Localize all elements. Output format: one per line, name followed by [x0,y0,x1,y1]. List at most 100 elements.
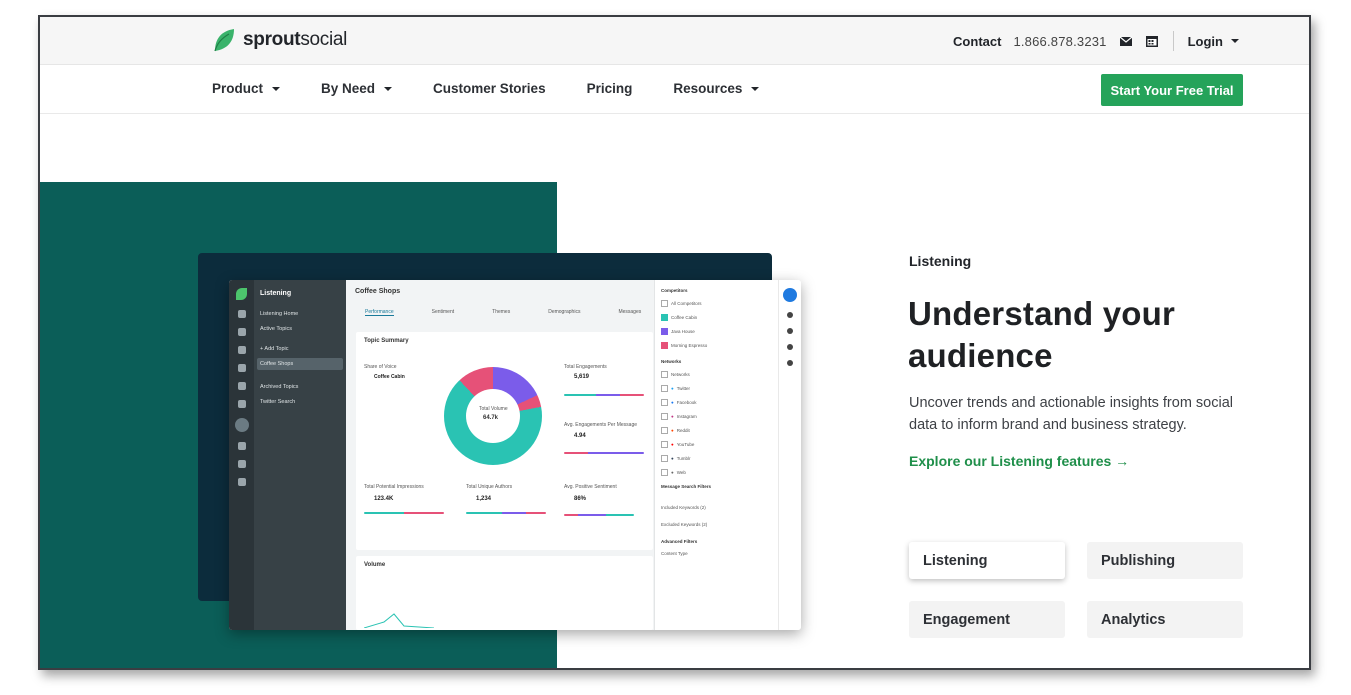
hero-description: Uncover trends and actionable insights f… [909,395,1233,433]
checkbox [661,385,668,392]
sidebar-item: Archived Topics [260,384,299,390]
filter-heading: Networks [661,359,682,364]
phone-number[interactable]: 1.866.878.3231 [1013,34,1106,49]
section-eyebrow: Listening [909,253,972,269]
impressions-value: 123.4K [374,496,394,502]
engagements-value: 5,619 [574,374,590,380]
app-tabs: Performance Sentiment Themes Demographic… [355,309,645,316]
compose-icon [783,288,797,302]
unique-authors-label: Total Unique Authors [466,484,513,490]
nav-by-need[interactable]: By Need [321,81,393,96]
share-of-voice-label: Share of Voice [364,364,397,370]
sidebar-item: + Add Topic [260,346,289,352]
checkbox [661,314,668,321]
listening-icon [234,418,249,432]
feature-tab-publishing[interactable]: Publishing [1087,542,1243,579]
send-icon [237,400,246,408]
instagram-icon: ● [671,414,674,419]
feature-tab-analytics[interactable]: Analytics [1087,601,1243,638]
sprout-leaf-icon [236,288,247,300]
checkbox [661,441,668,448]
volume-card: Volume [356,556,653,630]
sentiment-bar [564,514,634,516]
chevron-down-icon [751,86,760,91]
checkbox [661,399,668,406]
filter-heading: Competitors [661,288,688,293]
app-main: Coffee Shops Performance Sentiment Theme… [346,280,654,630]
pin-icon [237,364,246,372]
login-menu[interactable]: Login [1188,34,1239,49]
sidebar-item: Listening Home [260,311,299,317]
listening-app-screenshot: Listening Listening Home Active Topics +… [229,280,801,630]
list-icon [237,382,246,390]
login-label: Login [1187,33,1223,49]
checkbox [661,371,668,378]
chevron-down-icon [272,86,281,91]
utility-bar: sproutsocial Contact 1.866.878.3231 Logi… [40,17,1309,65]
filter-row: ● Twitter [661,385,772,392]
filter-heading: Included Keywords (2) [661,505,706,510]
contact-link[interactable]: Contact [953,34,1001,49]
sidebar-title: Listening [260,290,292,297]
filter-row: ● Facebook [661,399,772,406]
filter-row: ● YouTube [661,441,772,448]
avg-engagements-label: Avg. Engagements Per Message [564,422,638,428]
engagements-label: Total Engagements [564,364,607,370]
app-tab: Demographics [548,309,581,315]
reddit-icon: ● [671,428,674,433]
unique-authors-value: 1,234 [476,496,492,502]
brand-label: Coffee Cabin [374,374,405,380]
filter-heading: Advanced Filters [661,539,698,544]
feature-tab-engagement[interactable]: Engagement [909,601,1065,638]
app-tab: Performance [365,309,394,316]
browser-frame: sproutsocial Contact 1.866.878.3231 Logi… [38,15,1311,670]
app-tab: Sentiment [431,309,455,315]
compose-icon [237,310,246,318]
engagement-bar [564,394,644,396]
logo-text: sproutsocial [243,29,348,50]
app-tab: Themes [492,309,511,315]
filter-heading: Excluded Keywords (2) [661,522,708,527]
filter-row: Networks [661,371,772,378]
nav-pricing[interactable]: Pricing [587,81,633,96]
mail-icon[interactable] [1119,34,1133,48]
sidebar-item: Active Topics [260,326,292,332]
nav-customer-stories[interactable]: Customer Stories [433,81,546,96]
filter-row: Java House [661,328,772,335]
checkbox [661,469,668,476]
feature-tab-listening[interactable]: Listening [909,542,1065,579]
sprout-social-logo[interactable]: sproutsocial [212,27,347,53]
bell-icon [787,312,793,318]
donut-label: Total Volume [479,406,508,412]
search-icon [787,328,793,334]
main-nav: Product By Need Customer Stories Pricing… [40,65,1309,114]
app-tab: Messages [618,309,642,315]
sidebar-item-active: Coffee Shops [257,358,343,370]
filters-panel: Competitors All Competitors Coffee Cabin… [654,280,778,630]
app-sidebar: Listening Listening Home Active Topics +… [254,280,346,630]
app-tool-rail [778,280,801,630]
app-icon-rail [229,280,254,630]
divider [1172,31,1174,51]
checkbox [661,455,668,462]
explore-listening-link[interactable]: Explore our Listening features → [909,453,1129,469]
impressions-label: Total Potential Impressions [364,484,424,490]
hero-headline: Understand your audience [908,295,1176,374]
facebook-icon: ● [671,400,674,405]
filter-row: All Competitors [661,300,772,307]
topic-title: Coffee Shops [355,288,401,295]
nav-product[interactable]: Product [212,81,281,96]
chevron-down-icon [1231,39,1239,43]
sprout-leaf-icon [214,29,234,52]
calendar-icon[interactable] [1145,34,1159,48]
filter-row: ● Tumblr [661,455,772,462]
filter-row: ● Instagram [661,413,772,420]
start-free-trial-button[interactable]: Start Your Free Trial [1101,74,1243,106]
filter-row: Morning Espresso [661,342,772,349]
card-title: Topic Summary [364,338,409,344]
nav-resources[interactable]: Resources [673,81,760,96]
sidebar-item: Twitter Search [260,399,296,405]
impressions-bar [364,512,444,514]
filter-row: ● Web [661,469,772,476]
avg-engagement-bar [564,452,644,454]
